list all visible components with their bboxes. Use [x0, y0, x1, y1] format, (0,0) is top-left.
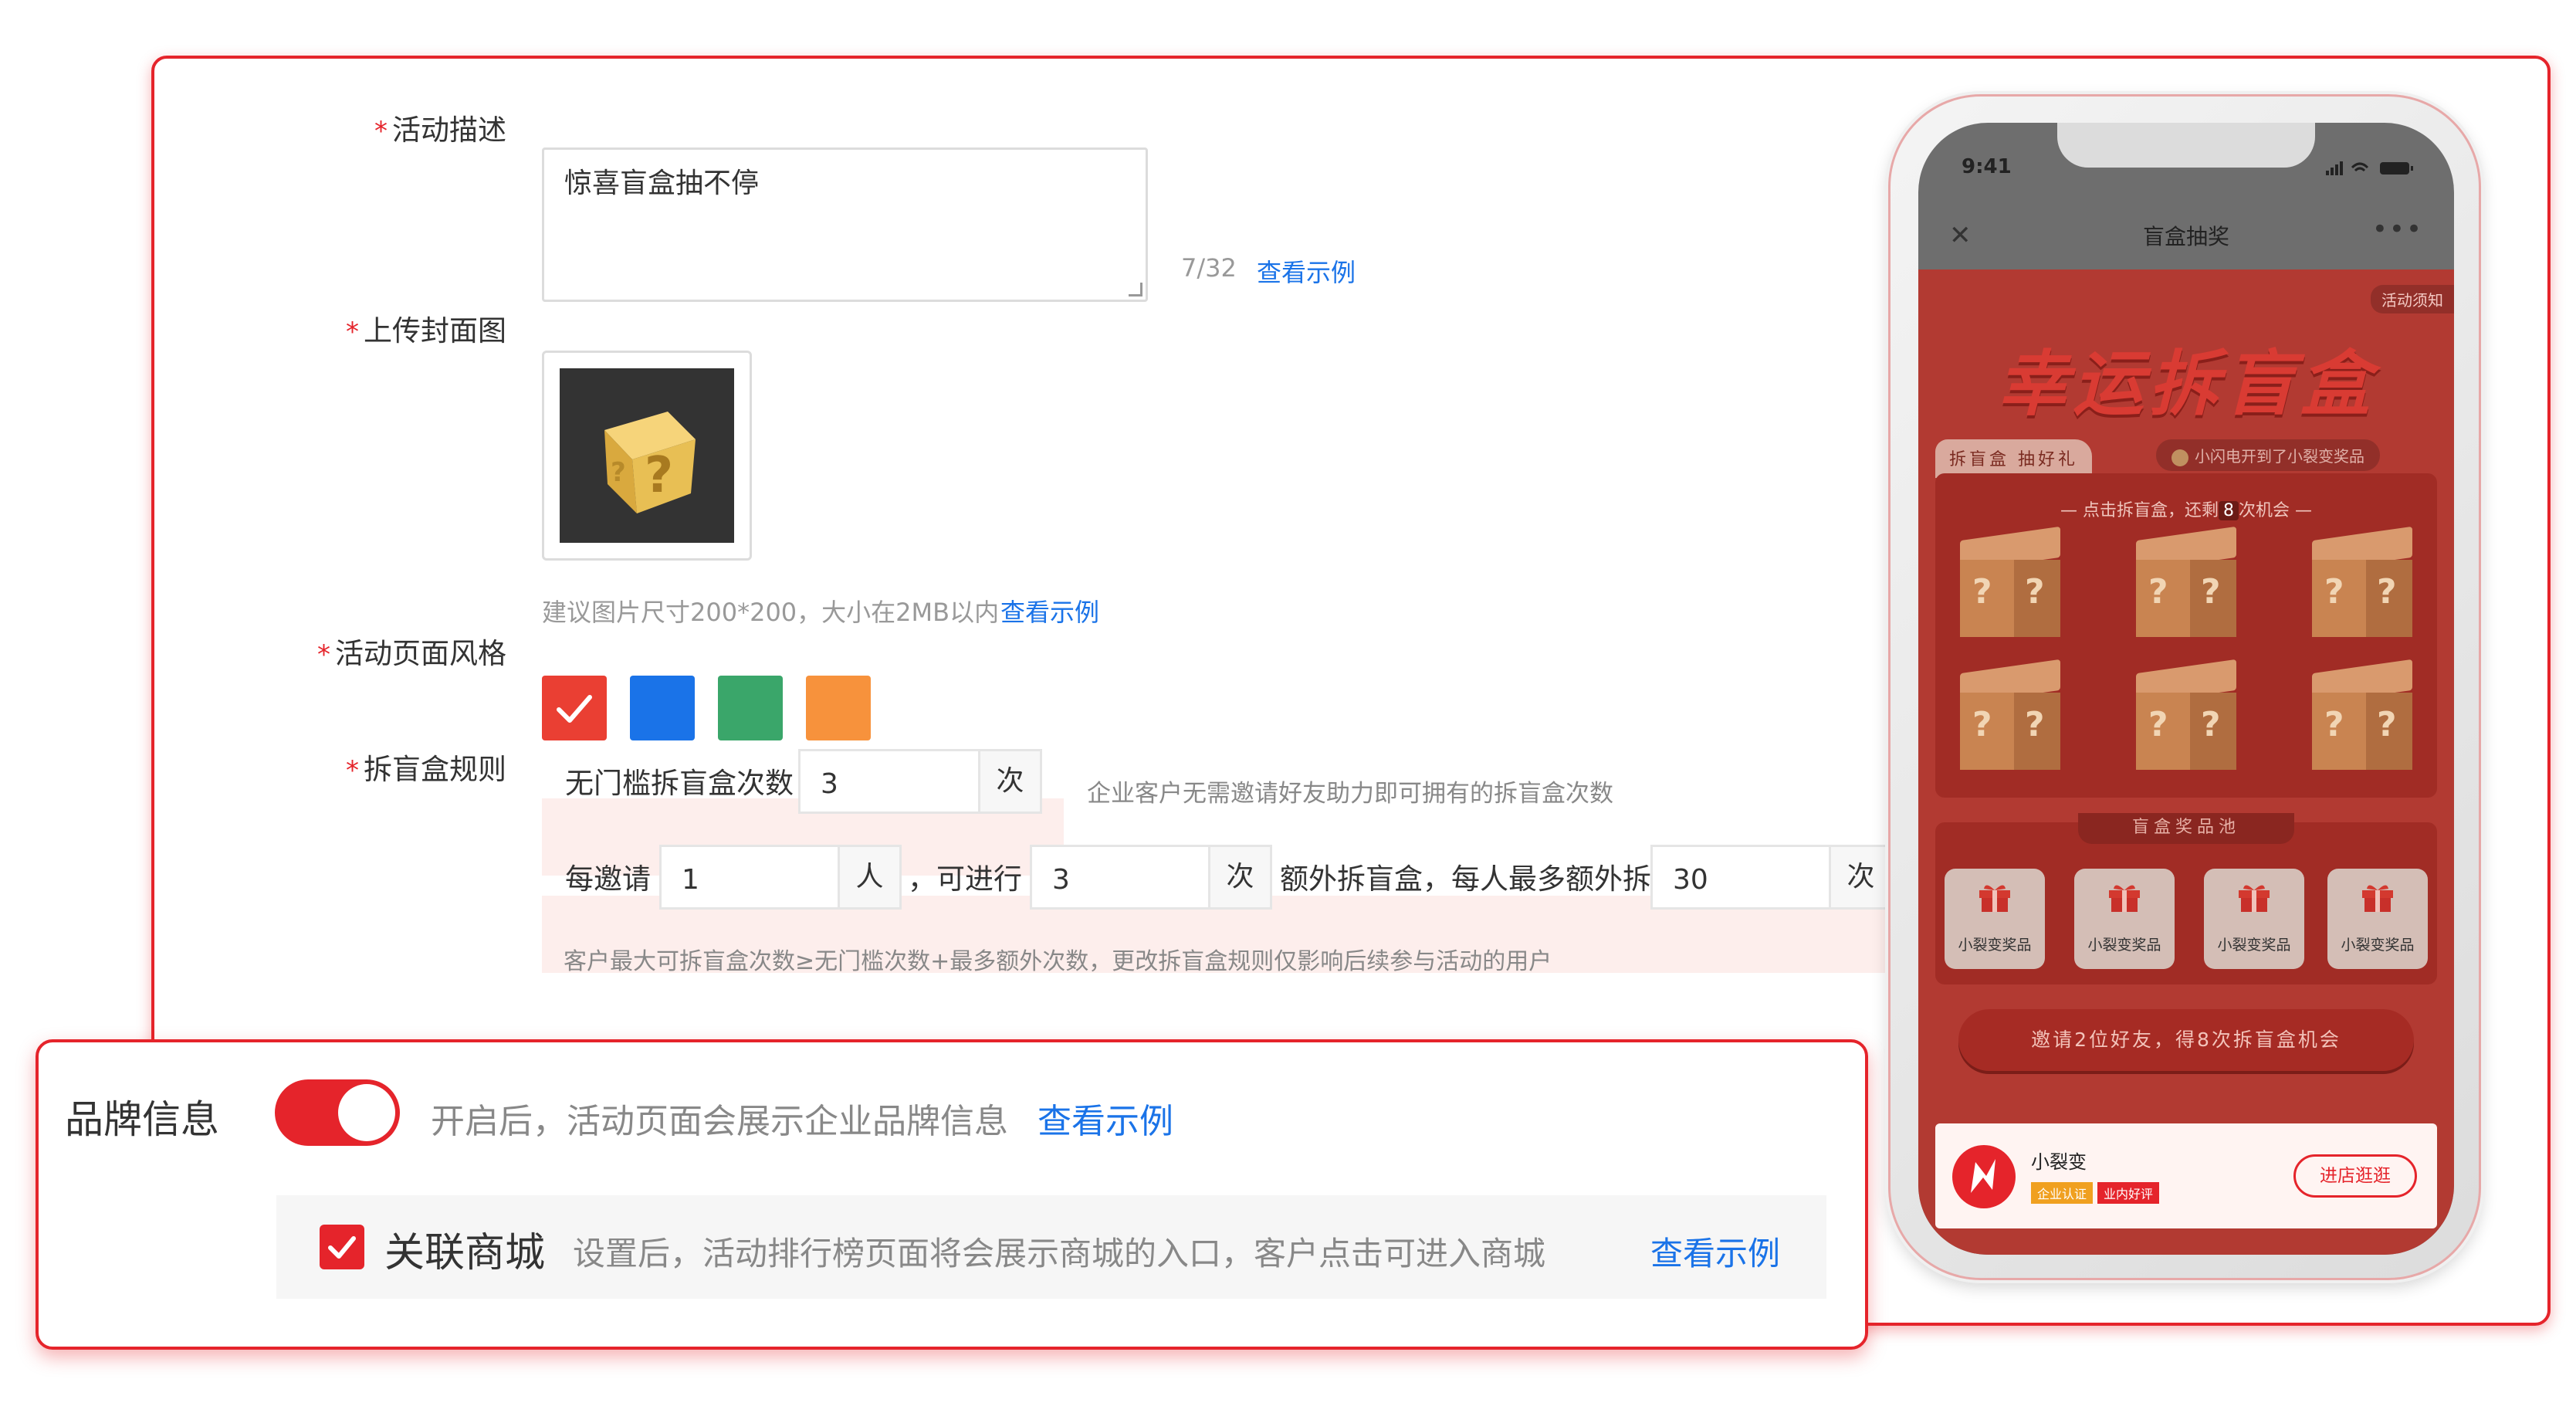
rule-extra-label: 额外拆盲盒，每人最多额外拆 [1280, 862, 1651, 896]
cover-image: ? ? [560, 368, 734, 543]
status-signal-battery-icon [2326, 161, 2413, 175]
blind-box[interactable]: ?? [2304, 659, 2420, 782]
brand-view-example-link[interactable]: 查看示例 [1038, 1093, 1173, 1143]
rule-free-input[interactable]: 3 [798, 749, 980, 814]
check-icon [557, 695, 592, 723]
rule-free-unit: 次 [980, 749, 1042, 814]
svg-text:?: ? [611, 457, 626, 488]
promo-page: 活动须知 幸运拆盲盒 拆盲盒 抽好礼 小闪电开到了小裂变奖品 — 点击拆盲盒，还… [1918, 269, 2454, 1255]
style-label: * 活动页面风格 [317, 637, 506, 670]
link-mall-title: 关联商城 [384, 1230, 546, 1276]
rule-label: * 拆盲盒规则 [346, 753, 506, 786]
brand-info-toggle[interactable] [275, 1079, 400, 1146]
brand-info-title: 品牌信息 [65, 1097, 219, 1142]
gift-icon [1979, 885, 2010, 912]
shop-logo [1952, 1145, 2016, 1208]
link-mall-desc: 设置后，活动排行榜页面将会展示商城的入口，客户点击可进入商城 [573, 1235, 1546, 1272]
toggle-knob [338, 1084, 395, 1141]
invite-friends-button[interactable]: 邀请2位好友，得8次拆盲盒机会 [1958, 1009, 2414, 1071]
lightning-logo-icon [1971, 1159, 1995, 1193]
remaining-count: 8 [2219, 501, 2239, 520]
prize-pool-title: 盲盒奖品池 [2078, 813, 2294, 844]
blind-box-panel: — 点击拆盲盒，还剩 8 次机会 — ?? ?? ?? ?? ? ? ? ? [1935, 473, 2437, 798]
promo-tab-label: 拆盲盒 抽好礼 [1935, 439, 2092, 478]
phone-screen: 9:41 ✕ 盲盒抽奖 ••• 活动须知 幸运拆盲盒 拆盲盒 抽好礼 小闪电开到… [1918, 123, 2454, 1255]
desc-value: 惊喜盲盒抽不停 [564, 168, 760, 199]
shop-entry-bar: 小裂变 企业认证 业内好评 进店逛逛 [1935, 1123, 2437, 1228]
style-swatch-blue[interactable] [630, 676, 695, 740]
svg-text:?: ? [645, 447, 673, 504]
cover-upload-box[interactable]: ? ? [542, 351, 752, 561]
promo-title: 幸运拆盲盒 [1996, 343, 2375, 425]
rule-footnote: 客户最大可拆盲盒次数≥无门槛次数+最多额外次数，更改拆盲盒规则仅影响后续参与活动… [564, 948, 1552, 975]
desc-textarea[interactable]: 惊喜盲盒抽不停 [542, 147, 1148, 302]
rule-extra-unit: 次 [1831, 845, 1893, 910]
rule-invite-label: 每邀请 [565, 862, 651, 896]
brand-info-card: 品牌信息 开启后，活动页面会展示企业品牌信息 查看示例 关联商城 设置后，活动排… [36, 1039, 1868, 1350]
status-time: 9:41 [1962, 155, 2012, 178]
avatar [2171, 449, 2188, 466]
link-mall-checkbox[interactable] [320, 1225, 364, 1269]
blind-box[interactable]: ?? [1952, 526, 2068, 649]
prize-item[interactable]: 小裂变奖品 [1945, 869, 2045, 969]
blind-box[interactable]: ?? [1952, 659, 2068, 782]
resize-handle-icon[interactable] [1129, 283, 1142, 296]
desc-char-count: 7/32 [1181, 253, 1237, 283]
rule-can-input[interactable]: 3 [1030, 845, 1210, 910]
prize-pool-panel: 盲盒奖品池 小裂变奖品 小裂变奖品 小裂变奖品 小裂变奖品 [1935, 813, 2437, 984]
prize-item[interactable]: 小裂变奖品 [2074, 869, 2175, 969]
rule-free-hint: 企业客户无需邀请好友助力即可拥有的拆盲盒次数 [1087, 780, 1613, 808]
rule-invite-unit: 人 [840, 845, 902, 910]
desc-label: * 活动描述 [374, 114, 506, 147]
phone-navbar: ✕ 盲盒抽奖 ••• [1918, 200, 2454, 269]
cover-view-example-link[interactable]: 查看示例 [1000, 593, 1099, 629]
rule-invite-input[interactable]: 1 [659, 845, 840, 910]
visit-shop-button[interactable]: 进店逛逛 [2293, 1154, 2417, 1198]
activity-notice-tag[interactable]: 活动须知 [2371, 285, 2454, 313]
gift-icon [2239, 885, 2270, 912]
phone-notch [2057, 123, 2315, 168]
winner-broadcast: 小闪电开到了小裂变奖品 [2156, 439, 2380, 471]
checkbox-check-icon [328, 1236, 356, 1259]
box-hint: — 点击拆盲盒，还剩 8 次机会 — [2060, 501, 2312, 520]
cover-size-hint: 建议图片尺寸200*200，大小在2MB以内 [542, 598, 1000, 627]
style-swatch-orange[interactable] [806, 676, 871, 740]
style-swatch-green[interactable] [718, 676, 783, 740]
mall-view-example-link[interactable]: 查看示例 [1650, 1228, 1780, 1275]
cover-label: * 上传封面图 [346, 314, 506, 347]
more-icon[interactable]: ••• [2372, 214, 2423, 245]
link-mall-row: 关联商城 设置后，活动排行榜页面将会展示商城的入口，客户点击可进入商城 查看示例 [276, 1195, 1826, 1299]
rated-badge: 业内好评 [2097, 1182, 2160, 1204]
rule-free-label: 无门槛拆盲盒次数 [565, 767, 794, 800]
shop-badges: 企业认证 业内好评 [2031, 1182, 2164, 1204]
shop-name: 小裂变 [2031, 1151, 2087, 1173]
prize-item[interactable]: 小裂变奖品 [2327, 869, 2428, 969]
rule-can-label: ，可进行 [908, 862, 1022, 896]
blind-box[interactable]: ?? [2128, 659, 2244, 782]
brand-info-desc: 开启后，活动页面会展示企业品牌信息 [431, 1102, 1008, 1141]
gift-icon [2362, 885, 2393, 912]
rule-extra-input[interactable]: 30 [1650, 845, 1831, 910]
desc-view-example-link[interactable]: 查看示例 [1257, 253, 1356, 289]
phone-preview: 9:41 ✕ 盲盒抽奖 ••• 活动须知 幸运拆盲盒 拆盲盒 抽好礼 小闪电开到… [1888, 94, 2481, 1280]
verified-badge: 企业认证 [2031, 1182, 2094, 1204]
rule-can-unit: 次 [1210, 845, 1272, 910]
mystery-cube-icon: ? ? [604, 412, 696, 513]
gift-icon [2109, 885, 2140, 912]
prize-item[interactable]: 小裂变奖品 [2204, 869, 2304, 969]
style-swatch-red[interactable] [542, 676, 607, 740]
blind-box[interactable]: ?? [2128, 526, 2244, 649]
blind-box[interactable]: ?? [2304, 526, 2420, 649]
